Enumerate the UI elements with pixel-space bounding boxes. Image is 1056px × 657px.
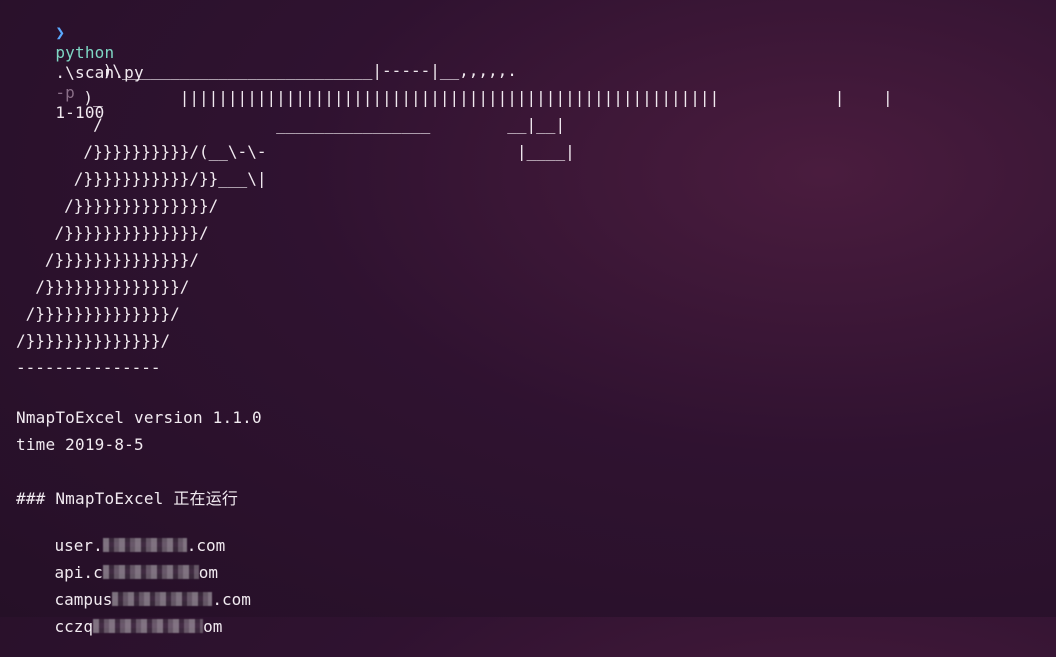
ascii-art-line: / ________________ __|__| xyxy=(16,115,566,134)
ascii-art-line: /}}}}}}}}}}}}}}/ xyxy=(16,250,200,269)
version-line: NmapToExcel version 1.1.0 xyxy=(16,408,262,427)
time-line: time 2019-8-5 xyxy=(16,435,144,454)
ascii-art-line: )_ |||||||||||||||||||||||||||||||||||||… xyxy=(16,88,893,107)
status-line: ### NmapToExcel 正在运行 xyxy=(16,489,239,508)
ascii-art-banner: )\__________________________|-----|__,,,… xyxy=(16,57,893,381)
prompt-arrow-icon: ❯ xyxy=(55,23,66,42)
ascii-art-line: /}}}}}}}}}}}}}}/ xyxy=(16,196,219,215)
ascii-art-separator: --------------- xyxy=(16,358,161,377)
host-prefix: cczq xyxy=(54,617,94,636)
ascii-art-line: /}}}}}}}}}}}}}}/ xyxy=(16,223,209,242)
ascii-art-line: )\__________________________|-----|__,,,… xyxy=(16,61,517,80)
host-line: cczq om xyxy=(16,597,223,657)
ascii-art-line: /}}}}}}}}}}}}}}/ xyxy=(16,331,171,350)
host-suffix: om xyxy=(203,617,223,636)
terminal-window[interactable]: ❯ python .\scan.py -p 1-100 )\__________… xyxy=(0,0,1056,636)
ascii-art-line: /}}}}}}}}}}}/}}___\| xyxy=(16,169,267,188)
ascii-art-line: /}}}}}}}}}}}}}}/ xyxy=(16,304,180,323)
ascii-art-line: /}}}}}}}}}}/(__\-\- |____| xyxy=(16,142,575,161)
ascii-art-line: /}}}}}}}}}}}}}}/ xyxy=(16,277,190,296)
redacted-blur xyxy=(93,619,204,633)
